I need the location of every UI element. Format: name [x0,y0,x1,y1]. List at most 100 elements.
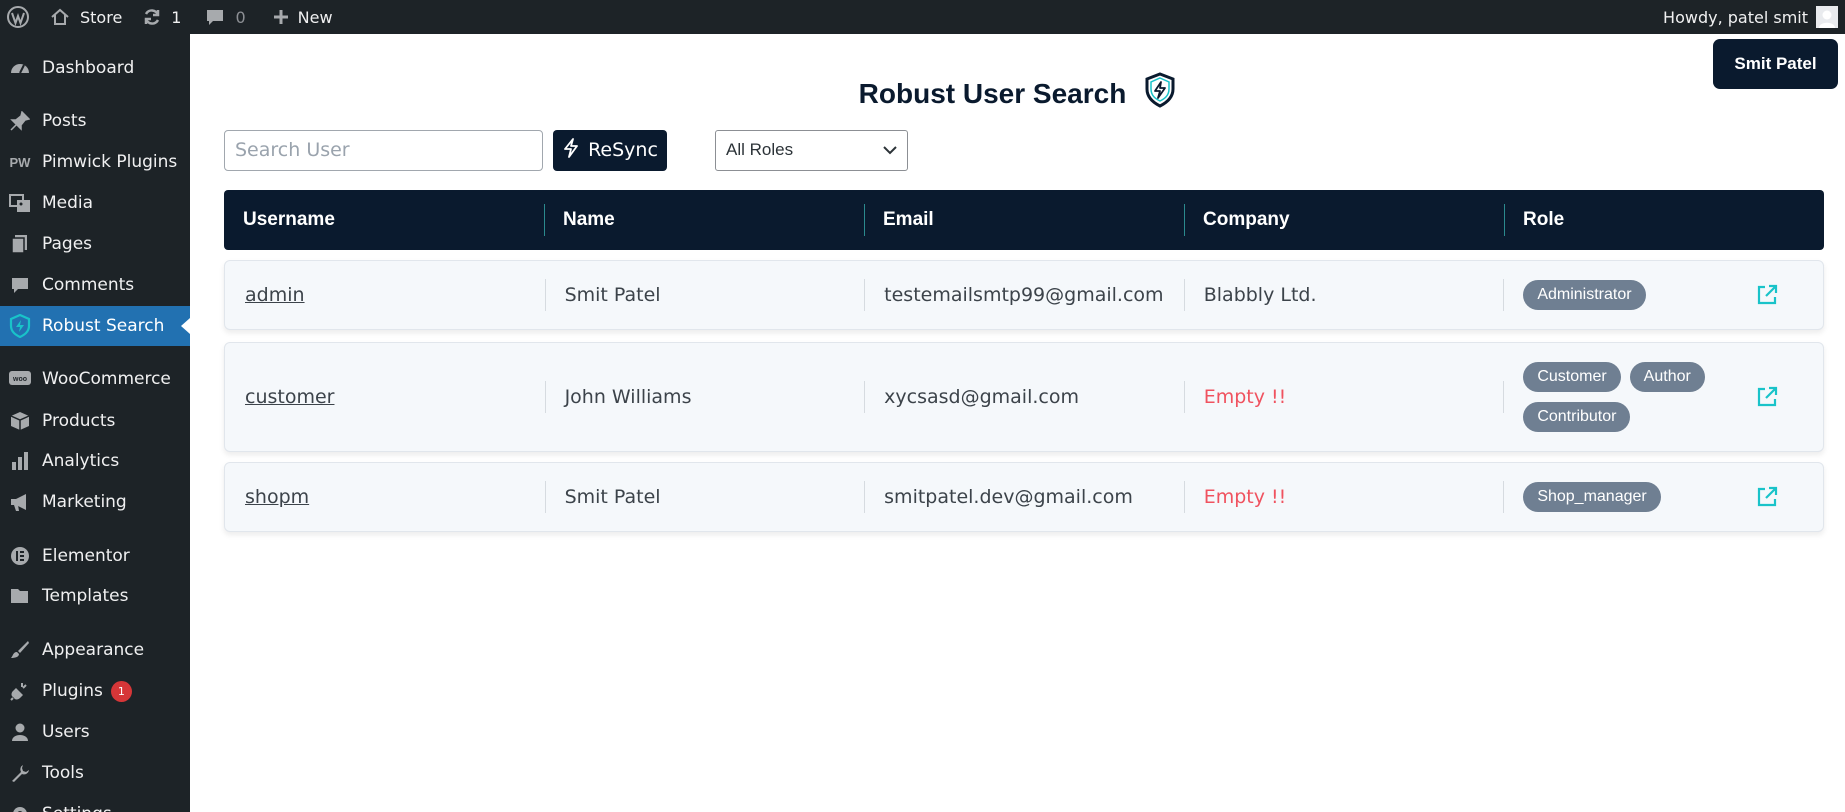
sidebar-item-pimwick-plugins[interactable]: PW Pimwick Plugins [0,142,190,182]
email-cell: xycsasd@gmail.com [864,343,1184,451]
sidebar-item-analytics[interactable]: Analytics [0,441,190,481]
elementor-icon [7,543,33,569]
sidebar-item-label: Users [42,722,90,742]
page-title-row: Robust User Search [190,72,1845,115]
sidebar-item-dashboard[interactable]: Dashboard [0,48,190,88]
pages-icon [7,231,33,257]
user-icon [7,719,33,745]
pw-icon: PW [9,154,31,170]
comments-link[interactable]: 0 [205,0,246,34]
lightning-icon [562,137,580,163]
sidebar-item-appearance[interactable]: Appearance [0,630,190,670]
sidebar-item-label: Settings [42,804,112,812]
role-badge: Author [1629,362,1705,392]
sidebar-item-templates[interactable]: Templates [0,576,190,616]
sidebar-item-settings[interactable]: Settings [0,794,190,812]
wrench-icon [7,760,33,786]
role-cell: Customer Author Contributor [1503,343,1823,451]
external-link-icon[interactable] [1755,283,1779,307]
folder-icon [7,583,33,609]
sidebar-item-products[interactable]: Products [0,401,190,441]
sidebar-item-marketing[interactable]: Marketing [0,482,190,522]
username-link[interactable]: shopm [245,486,309,508]
table-row: customer John Williams xycsasd@gmail.com… [224,342,1824,452]
sidebar-item-label: Products [42,411,116,431]
sidebar-item-label: Templates [42,586,129,606]
updates-count: 1 [171,7,182,27]
shield-icon [7,313,33,339]
sidebar-item-label: Pimwick Plugins [42,152,178,172]
sidebar-item-woocommerce[interactable]: woo WooCommerce [0,359,190,399]
sidebar-item-label: Dashboard [42,58,135,78]
role-badge: Customer [1523,362,1621,392]
username-cell: admin [225,261,545,329]
sidebar-item-label: Comments [42,275,135,295]
email-cell: smitpatel.dev@gmail.com [864,463,1184,531]
admin-sidebar: Dashboard Posts PW Pimwick Plugins Media… [0,34,190,812]
sidebar-item-label: Robust Search [42,316,165,336]
new-label: New [297,7,333,27]
site-name: Store [80,7,123,27]
updates-link[interactable]: 1 [142,0,181,34]
bar-chart-icon [7,448,33,474]
external-link-icon[interactable] [1755,385,1779,409]
new-content-link[interactable]: New [272,0,333,34]
comment-icon [7,272,33,298]
plugins-update-badge: 1 [110,680,132,702]
sidebar-item-label: Tools [42,763,84,783]
sidebar-item-elementor[interactable]: Elementor [0,536,190,576]
wordpress-logo-icon[interactable] [7,0,33,34]
resync-button[interactable]: ReSync [553,129,667,171]
settings-icon [7,801,33,812]
howdy-text: Howdy, patel smit [1663,7,1808,27]
updates-icon [142,7,162,27]
sidebar-item-plugins[interactable]: Plugins 1 [0,671,190,711]
sidebar-item-posts[interactable]: Posts [0,101,190,141]
company-cell-empty: Empty !! [1183,343,1504,451]
sidebar-item-media[interactable]: Media [0,183,190,223]
company-cell: Blabbly Ltd. [1183,261,1504,329]
plug-icon [7,678,33,704]
sidebar-item-comments[interactable]: Comments [0,265,190,305]
username-cell: customer [225,343,545,451]
role-filter-select[interactable]: All Roles [715,129,908,171]
role-cell: Shop_manager [1503,463,1823,531]
name-cell: Smit Patel [544,463,865,531]
comments-count: 0 [235,7,246,27]
username-link[interactable]: admin [245,284,305,306]
admin-bar: Store 1 0 New Howdy, patel smit [0,0,1845,34]
site-name-link[interactable]: Store [50,0,122,34]
sidebar-item-label: Marketing [42,492,127,512]
search-input[interactable] [224,129,543,171]
sidebar-item-users[interactable]: Users [0,712,190,752]
name-cell: Smit Patel [544,261,865,329]
page-title: Robust User Search [858,77,1127,109]
main-content: Smit Patel Robust User Search ReSync All… [190,34,1845,812]
sidebar-item-tools[interactable]: Tools [0,753,190,793]
plus-icon [272,8,290,26]
my-account-link[interactable]: Howdy, patel smit [1663,0,1838,34]
column-header-username[interactable]: Username [224,190,544,250]
sidebar-item-robust-search[interactable]: Robust Search [0,306,190,346]
role-badge: Administrator [1523,280,1646,310]
media-icon [7,190,33,216]
sidebar-item-label: Plugins [42,681,103,701]
sidebar-item-label: Appearance [42,640,145,660]
external-link-icon[interactable] [1755,485,1779,509]
email-cell: testemailsmtp99@gmail.com [864,261,1184,329]
table-row: admin Smit Patel testemailsmtp99@gmail.c… [224,260,1824,330]
shield-logo-icon [1144,72,1176,115]
woo-icon: woo [7,366,33,392]
sidebar-item-label: Media [42,193,94,213]
role-filter-value: All Roles [726,140,794,159]
column-header-email[interactable]: Email [864,190,1184,250]
column-header-name[interactable]: Name [544,190,864,250]
home-icon [50,7,70,27]
sidebar-item-pages[interactable]: Pages [0,224,190,264]
role-badge: Shop_manager [1523,482,1661,512]
role-cell: Administrator [1503,261,1823,329]
box-icon [7,408,33,434]
username-link[interactable]: customer [245,386,334,408]
column-header-role[interactable]: Role [1504,190,1824,250]
column-header-company[interactable]: Company [1184,190,1504,250]
